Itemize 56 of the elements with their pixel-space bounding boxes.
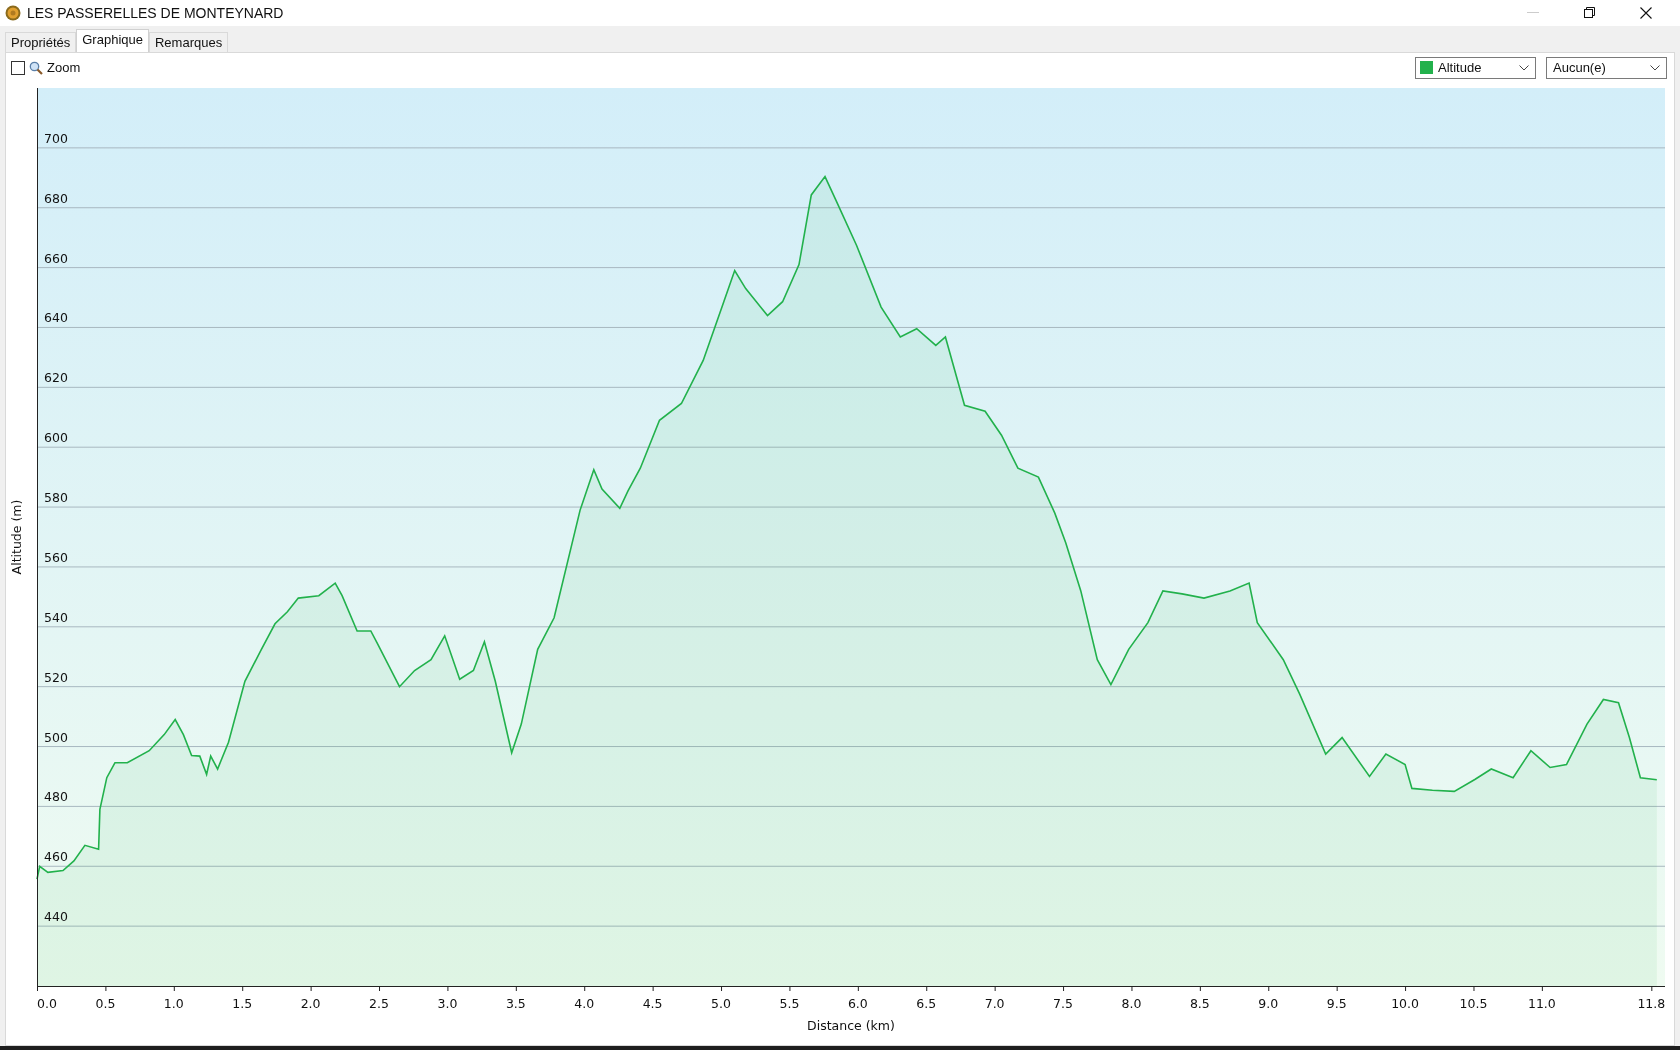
tab[interactable]: Remarques bbox=[148, 31, 229, 52]
dropdown-value: Aucun(e) bbox=[1553, 60, 1606, 76]
y-tick-label: 560 bbox=[44, 549, 68, 565]
y-tick-label: 680 bbox=[44, 190, 68, 206]
x-tick-label: 4.0 bbox=[574, 995, 595, 1011]
x-tick-label: 7.5 bbox=[1053, 995, 1073, 1011]
y-tick-label: 460 bbox=[44, 849, 68, 864]
y-tick-label: 440 bbox=[44, 908, 68, 924]
series-dropdown[interactable]: Altitude bbox=[1415, 56, 1536, 79]
y-tick-label: 480 bbox=[44, 789, 68, 805]
x-tick-label: 2.0 bbox=[300, 995, 321, 1011]
x-tick-label: 5.0 bbox=[711, 995, 731, 1011]
y-tick-label: 640 bbox=[44, 310, 68, 326]
chevron-icon bbox=[1650, 64, 1660, 71]
x-tick-label: 3.0 bbox=[437, 995, 458, 1011]
x-tick-label: 11.8 bbox=[1637, 995, 1666, 1011]
y-axis-title: Altitude (m) bbox=[9, 499, 24, 575]
x-tick-label: 6.0 bbox=[847, 995, 868, 1011]
x-tick-label: 8.5 bbox=[1189, 995, 1210, 1011]
x-tick-label: 0.0 bbox=[37, 995, 57, 1011]
y-tick-label: 700 bbox=[44, 130, 68, 146]
x-tick-label: 7.0 bbox=[984, 995, 1005, 1011]
magnifier-icon bbox=[29, 60, 43, 75]
y-tick-label: 520 bbox=[44, 669, 68, 685]
x-tick-label: 1.0 bbox=[163, 995, 184, 1011]
dropdown-value: Altitude bbox=[1438, 60, 1482, 76]
x-axis-title: Distance (km) bbox=[807, 1017, 895, 1033]
app-icon bbox=[5, 4, 21, 21]
restore-icon[interactable] bbox=[1584, 7, 1595, 19]
close-icon[interactable] bbox=[1640, 6, 1652, 19]
zoom-checkbox[interactable] bbox=[11, 60, 25, 75]
x-tick-label: 11.0 bbox=[1527, 995, 1556, 1011]
x-tick-label: 3.5 bbox=[505, 995, 526, 1011]
y-tick-label: 600 bbox=[44, 429, 68, 445]
y-tick-label: 540 bbox=[44, 609, 68, 625]
x-tick-label: 4.5 bbox=[642, 995, 663, 1011]
overlay-dropdown[interactable]: Aucun(e) bbox=[1546, 56, 1667, 79]
x-tick-label: 9.0 bbox=[1258, 995, 1279, 1011]
zoom-label: Zoom bbox=[47, 60, 81, 76]
x-tick-label: 8.0 bbox=[1121, 995, 1142, 1011]
x-tick-label: 0.5 bbox=[95, 995, 116, 1011]
x-tick-label: 9.5 bbox=[1326, 995, 1347, 1011]
x-tick-label: 2.5 bbox=[369, 995, 389, 1011]
x-tick-label: 5.5 bbox=[779, 995, 800, 1011]
y-tick-label: 500 bbox=[44, 729, 68, 745]
x-tick-label: 1.5 bbox=[232, 995, 253, 1011]
chevron-icon bbox=[1519, 64, 1529, 71]
y-tick-label: 660 bbox=[44, 250, 68, 266]
y-tick-label: 580 bbox=[44, 489, 68, 505]
x-tick-label: 10.5 bbox=[1459, 995, 1488, 1011]
tab[interactable]: Graphique bbox=[76, 28, 149, 52]
x-tick-label: 6.5 bbox=[916, 995, 937, 1011]
x-tick-label: 10.0 bbox=[1391, 995, 1419, 1011]
tab[interactable]: Propriétés bbox=[5, 31, 77, 52]
window-title: LES PASSERELLES DE MONTEYNARD bbox=[27, 4, 284, 21]
y-tick-label: 620 bbox=[44, 370, 68, 386]
